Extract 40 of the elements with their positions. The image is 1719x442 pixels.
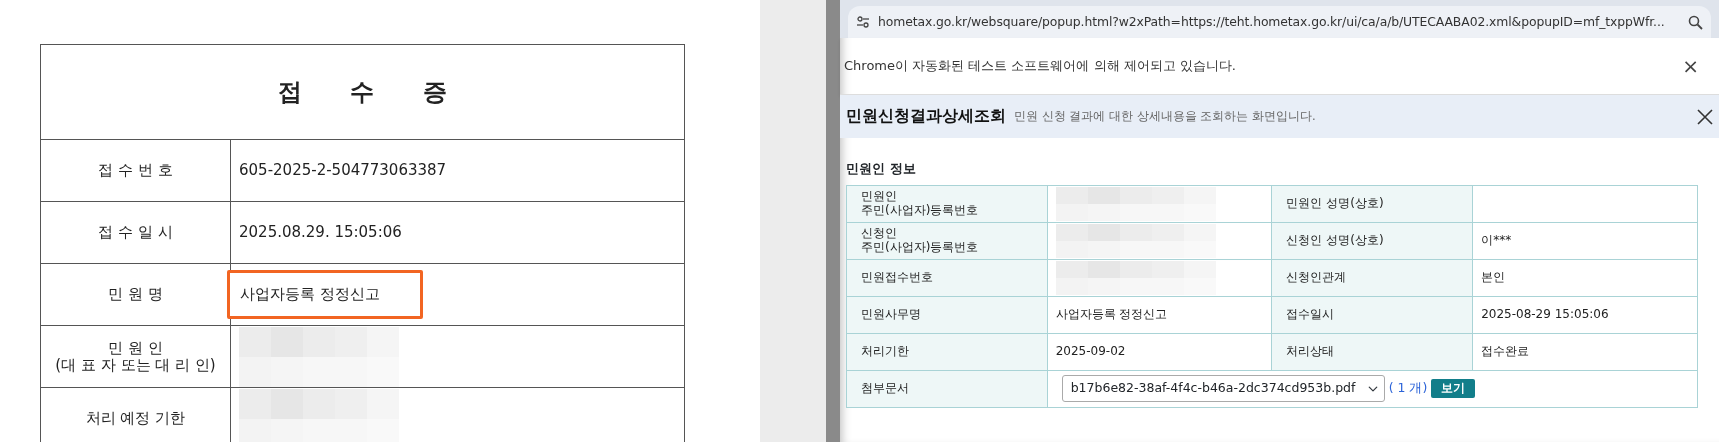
document-title: 접 수 증 bbox=[278, 78, 447, 106]
address-bar[interactable]: hometax.go.kr/websquare/popup.html?w2xPath=https://teht.hometax.go.kr/ui/ca/a/b/UTECAABA02.xml&popupID=mf_txppWfr... bbox=[848, 6, 1711, 38]
popup-subtitle: 민원 신청 결과에 대한 상세내용을 조회하는 화면입니다. bbox=[1014, 107, 1316, 125]
field-label: 민원인 주민(사업자)등록번호 bbox=[861, 188, 979, 217]
view-button[interactable]: 보기 bbox=[1431, 378, 1476, 399]
field-value: 이*** bbox=[1481, 232, 1512, 247]
field-label: 민원사무명 bbox=[861, 306, 921, 321]
field-value: 605-2025-2-504773063387 bbox=[239, 161, 447, 180]
field-label: (대 표 자 또는 대 리 인) bbox=[54, 356, 217, 373]
field-value: 사업자등록 정정신고 bbox=[1055, 306, 1168, 321]
field-label: 처리상태 bbox=[1286, 343, 1335, 358]
automation-notice: Chrome이 자동화된 테스트 소프트웨어에 의해 제어되고 있습니다. bbox=[844, 57, 1237, 76]
field-value: 접수완료 bbox=[1481, 343, 1530, 358]
field-value: 본인 bbox=[1481, 269, 1506, 284]
highlighted-value: 사업자등록 정정신고 bbox=[227, 270, 423, 319]
file-count: ( 1 개) bbox=[1388, 381, 1428, 396]
field-label: 처리 예정 기한 bbox=[84, 410, 187, 427]
url-text: hometax.go.kr/websquare/popup.html?w2xPath=https://teht.hometax.go.kr/ui/ca/a/b/UTECAABA02.xml&popupID=mf_txppWfr... bbox=[878, 12, 1666, 31]
search-icon[interactable] bbox=[1688, 14, 1703, 30]
field-label: 처리기한 bbox=[861, 343, 909, 358]
field-label: 첨부문서 bbox=[861, 380, 909, 395]
file-select[interactable]: b17b6e82-38af-4f4c-b46a-2dc374cd953b.pdf bbox=[1061, 375, 1385, 402]
popup-title: 민원신청결과상세조회 bbox=[846, 105, 1006, 127]
field-label: 접 수 번 호 bbox=[97, 162, 174, 179]
field-value: 2025.08.29. 15:05:06 bbox=[239, 223, 402, 242]
site-info-icon[interactable] bbox=[856, 15, 870, 29]
field-label: 신청인 성명(상호) bbox=[1286, 232, 1384, 247]
field-label: 민 원 인 bbox=[107, 340, 164, 357]
close-button[interactable]: × bbox=[1682, 56, 1699, 76]
field-label: 신청인 주민(사업자)등록번호 bbox=[861, 225, 979, 254]
field-label: 신청인관계 bbox=[1286, 269, 1347, 284]
close-icon[interactable] bbox=[1697, 108, 1713, 125]
field-label: 민원접수번호 bbox=[861, 269, 933, 284]
field-value: 2025-08-29 15:05:06 bbox=[1481, 306, 1609, 321]
section-title: 민원인 정보 bbox=[846, 160, 917, 178]
field-value: 2025-09-02 bbox=[1055, 343, 1126, 358]
field-label: 민원인 성명(상호) bbox=[1286, 195, 1384, 210]
field-label: 민 원 명 bbox=[107, 286, 164, 303]
field-label: 접 수 일 시 bbox=[97, 224, 174, 241]
field-label: 접수일시 bbox=[1286, 306, 1335, 321]
